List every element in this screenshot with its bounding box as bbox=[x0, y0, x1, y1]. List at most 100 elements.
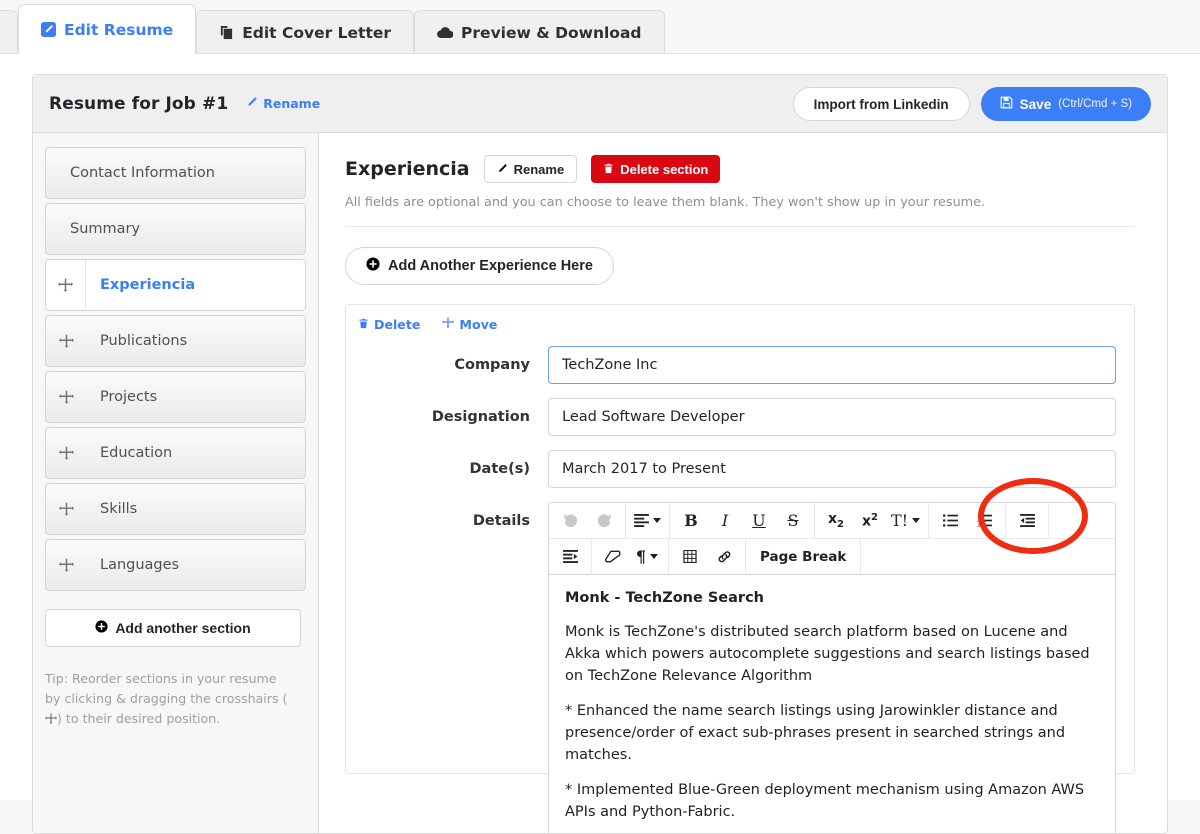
save-label: Save bbox=[1020, 97, 1052, 112]
tab-label: Edit Cover Letter bbox=[242, 24, 391, 42]
table-icon[interactable] bbox=[673, 542, 707, 572]
toolbar-group-clear: ¶ bbox=[592, 539, 669, 575]
sidebar-item-skills[interactable]: Skills bbox=[45, 483, 306, 535]
rename-section-button[interactable]: Rename bbox=[484, 155, 578, 183]
sidebar-item-summary[interactable]: Summary bbox=[45, 203, 306, 255]
delete-section-button[interactable]: Delete section bbox=[591, 155, 720, 183]
floppy-save-icon bbox=[1000, 96, 1013, 112]
add-another-experience-button[interactable]: Add Another Experience Here bbox=[345, 247, 614, 285]
align-dropdown-icon[interactable] bbox=[630, 506, 665, 536]
drag-crosshair-icon[interactable] bbox=[46, 428, 86, 478]
delete-entry-button[interactable]: Delete bbox=[358, 317, 420, 332]
move-entry-label: Move bbox=[459, 317, 497, 332]
import-from-linkedin-button[interactable]: Import from Linkedin bbox=[793, 87, 970, 121]
drag-crosshair-icon[interactable] bbox=[46, 372, 86, 422]
link-icon[interactable] bbox=[707, 542, 741, 572]
company-input[interactable] bbox=[548, 346, 1116, 384]
clear-formatting-eraser-icon[interactable] bbox=[596, 542, 630, 572]
sidebar-item-languages[interactable]: Languages bbox=[45, 539, 306, 591]
text-style-dropdown-icon[interactable]: T! bbox=[887, 506, 924, 536]
tab-edit-resume[interactable]: Edit Resume bbox=[18, 4, 196, 54]
chevron-down-icon bbox=[650, 554, 658, 559]
delete-section-label: Delete section bbox=[620, 162, 708, 177]
company-label: Company bbox=[358, 346, 548, 384]
delete-entry-label: Delete bbox=[374, 317, 420, 332]
subscript-icon[interactable]: x2 bbox=[819, 506, 853, 536]
pencil-icon bbox=[246, 96, 258, 111]
tip-text-after: ) to their desired position. bbox=[57, 711, 220, 726]
toolbar-group-outdent bbox=[1006, 503, 1049, 539]
sidebar-item-label: Education bbox=[86, 428, 172, 478]
drag-crosshair-icon[interactable] bbox=[46, 260, 86, 310]
dates-input[interactable] bbox=[548, 450, 1116, 488]
save-button[interactable]: Save (Ctrl/Cmd + S) bbox=[981, 87, 1151, 121]
field-row-details: Details bbox=[358, 502, 1116, 833]
tab-label: Edit Resume bbox=[64, 21, 173, 39]
tab-stub-left[interactable] bbox=[0, 10, 18, 54]
card-header: Resume for Job #1 Rename Import from Lin… bbox=[33, 75, 1167, 133]
drag-crosshair-icon[interactable] bbox=[46, 540, 86, 590]
ordered-list-icon[interactable]: 123 bbox=[967, 506, 1001, 536]
plus-circle-icon bbox=[95, 620, 108, 636]
chevron-down-icon bbox=[912, 518, 920, 523]
sidebar-item-label: Contact Information bbox=[46, 148, 215, 198]
undo-icon[interactable] bbox=[553, 506, 587, 536]
section-helper-text: All fields are optional and you can choo… bbox=[345, 195, 1135, 210]
editor-toolbar-row-1: B I U S x2 x2 T! bbox=[549, 503, 1115, 539]
reorder-tip: Tip: Reorder sections in your resume by … bbox=[45, 669, 295, 729]
underline-icon[interactable]: U bbox=[742, 506, 776, 536]
drag-crosshair-icon bbox=[45, 711, 57, 726]
sidebar-item-projects[interactable]: Projects bbox=[45, 371, 306, 423]
unordered-list-icon[interactable] bbox=[933, 506, 967, 536]
page-break-button[interactable]: Page Break bbox=[750, 542, 856, 572]
drag-crosshair-icon[interactable] bbox=[46, 316, 86, 366]
outdent-icon[interactable] bbox=[1010, 506, 1044, 536]
indent-icon[interactable] bbox=[553, 542, 587, 572]
move-entry-button[interactable]: Move bbox=[442, 317, 497, 332]
field-row-designation: Designation bbox=[358, 398, 1116, 436]
resume-editor-card: Resume for Job #1 Rename Import from Lin… bbox=[32, 74, 1168, 834]
drag-crosshair-icon[interactable] bbox=[46, 484, 86, 534]
toolbar-group-inline-style: B I U S bbox=[670, 503, 815, 539]
sidebar-item-education[interactable]: Education bbox=[45, 427, 306, 479]
svg-text:3: 3 bbox=[977, 523, 980, 527]
tab-preview-download[interactable]: Preview & Download bbox=[414, 10, 664, 54]
sidebar-item-publications[interactable]: Publications bbox=[45, 315, 306, 367]
redo-icon[interactable] bbox=[587, 506, 621, 536]
strikethrough-icon[interactable]: S bbox=[776, 506, 810, 536]
sidebar-item-contact-information[interactable]: Contact Information bbox=[45, 147, 306, 199]
edit-pencil-square-icon bbox=[41, 22, 56, 37]
trash-icon bbox=[358, 317, 369, 332]
rename-resume-button[interactable]: Rename bbox=[246, 96, 320, 111]
sidebar-item-label: Publications bbox=[86, 316, 187, 366]
pencil-icon bbox=[497, 162, 508, 177]
tab-label: Preview & Download bbox=[461, 24, 641, 42]
entry-tools: Delete Move bbox=[358, 317, 1116, 332]
editor-heading: Monk - TechZone Search bbox=[565, 587, 1099, 609]
italic-icon[interactable]: I bbox=[708, 506, 742, 536]
designation-label: Designation bbox=[358, 398, 548, 436]
editor-paragraph: * Implemented Blue-Green deployment mech… bbox=[565, 779, 1099, 823]
sidebar-item-label: Experiencia bbox=[86, 260, 195, 310]
tab-edit-cover-letter[interactable]: Edit Cover Letter bbox=[196, 10, 414, 54]
header-actions: Import from Linkedin Save (Ctrl/Cmd + S) bbox=[793, 75, 1151, 133]
top-tab-strip: Edit Resume Edit Cover Letter Preview & … bbox=[0, 0, 1200, 54]
page-title: Resume for Job #1 bbox=[49, 94, 228, 114]
bold-icon[interactable]: B bbox=[674, 506, 708, 536]
field-row-company: Company bbox=[358, 346, 1116, 384]
field-row-dates: Date(s) bbox=[358, 450, 1116, 488]
paragraph-dropdown-icon[interactable]: ¶ bbox=[630, 542, 664, 572]
import-label: Import from Linkedin bbox=[814, 97, 949, 112]
designation-input[interactable] bbox=[548, 398, 1116, 436]
cloud-download-icon bbox=[437, 26, 453, 40]
superscript-icon[interactable]: x2 bbox=[853, 506, 887, 536]
editor-paragraph: * Enhanced the name search listings usin… bbox=[565, 700, 1099, 766]
toolbar-group-script: x2 x2 T! bbox=[815, 503, 929, 539]
sidebar-item-experiencia[interactable]: Experiencia bbox=[45, 259, 306, 311]
add-another-section-button[interactable]: Add another section bbox=[45, 609, 301, 647]
editor-content-area[interactable]: Monk - TechZone Search Monk is TechZone'… bbox=[549, 575, 1115, 833]
sidebar-item-label: Projects bbox=[86, 372, 157, 422]
chevron-down-icon bbox=[653, 518, 661, 523]
toolbar-group-history bbox=[549, 503, 626, 539]
save-shortcut: (Ctrl/Cmd + S) bbox=[1058, 98, 1132, 110]
